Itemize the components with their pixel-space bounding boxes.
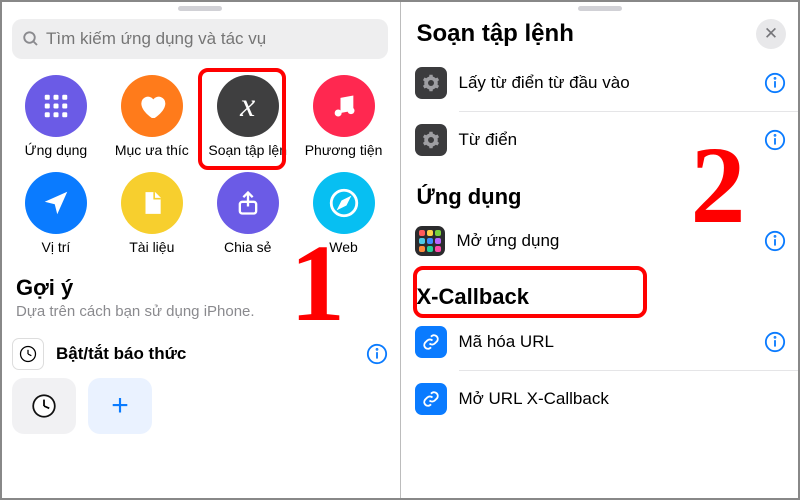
nav-icon	[25, 172, 87, 234]
link-icon	[415, 383, 447, 415]
category-label: Ứng dụng	[25, 142, 88, 158]
group-apps-heading: Ứng dụng	[401, 168, 800, 214]
category-apps[interactable]: Ứng dụng	[8, 75, 104, 158]
info-icon[interactable]	[764, 129, 786, 151]
suggestions-heading: Gợi ý	[0, 265, 400, 303]
left-panel: Ứng dụng Mục ưa thíc x Soạn tập lện Phương t…	[0, 0, 400, 500]
row-get-dictionary-input[interactable]: Lấy từ điển từ đầu vào	[401, 55, 800, 111]
info-icon[interactable]	[764, 72, 786, 94]
row-label: Từ điển	[459, 130, 753, 150]
category-label: Chia sẻ	[224, 239, 271, 255]
gear-icon	[415, 67, 447, 99]
search-bar[interactable]	[12, 19, 388, 59]
sheet-grabber-left[interactable]	[178, 6, 222, 11]
category-label: Vị trí	[42, 239, 71, 255]
music-icon	[313, 75, 375, 137]
category-label: Phương tiện	[305, 142, 383, 158]
category-label: Web	[329, 239, 358, 255]
right-panel: Soạn tập lệnh ✕ Lấy từ điển từ đầu vào	[401, 0, 800, 500]
link-icon	[415, 326, 447, 358]
row-open-xcallback-url[interactable]: Mở URL X-Callback	[401, 371, 800, 427]
share-icon	[217, 172, 279, 234]
page-title: Soạn tập lệnh	[417, 20, 757, 48]
top-action-list: Lấy từ điển từ đầu vào Từ điển	[401, 55, 800, 168]
suggestion-tiles: +	[0, 378, 400, 442]
sheet-grabber-right[interactable]	[578, 6, 622, 11]
info-icon[interactable]	[764, 331, 786, 353]
grid-icon	[25, 75, 87, 137]
gear-icon	[415, 124, 447, 156]
category-favorites[interactable]: Mục ưa thíc	[104, 75, 200, 158]
tile-add[interactable]: +	[88, 378, 152, 434]
category-scripting[interactable]: x Soạn tập lện	[200, 75, 296, 158]
category-web[interactable]: Web	[296, 172, 392, 255]
suggestions-sub: Dựa trên cách bạn sử dụng iPhone.	[0, 303, 400, 330]
suggestion-row-alarm[interactable]: Bật/tắt báo thức	[0, 330, 400, 378]
row-open-app[interactable]: Mở ứng dụng	[401, 214, 800, 268]
close-icon: ✕	[764, 24, 778, 44]
row-dictionary[interactable]: Từ điển	[401, 112, 800, 168]
row-label: Mở ứng dụng	[457, 231, 753, 251]
safari-icon	[313, 172, 375, 234]
row-label: Lấy từ điển từ đầu vào	[459, 73, 753, 93]
category-media[interactable]: Phương tiện	[296, 75, 392, 158]
info-icon[interactable]	[366, 343, 388, 365]
search-icon	[22, 30, 40, 48]
category-label: Tài liệu	[129, 239, 174, 255]
category-grid: Ứng dụng Mục ưa thíc x Soạn tập lện Phương t…	[0, 71, 400, 265]
category-documents[interactable]: Tài liệu	[104, 172, 200, 255]
shortcuts-app-icon	[415, 226, 445, 256]
heart-icon	[121, 75, 183, 137]
x-italic-icon: x	[217, 75, 279, 137]
category-location[interactable]: Vị trí	[8, 172, 104, 255]
close-button[interactable]: ✕	[756, 19, 786, 49]
category-label: Mục ưa thíc	[115, 142, 189, 158]
suggestion-label: Bật/tắt báo thức	[56, 344, 186, 364]
plus-icon: +	[111, 389, 129, 423]
clock-app-icon	[12, 338, 44, 370]
info-icon[interactable]	[764, 230, 786, 252]
category-sharing[interactable]: Chia sẻ	[200, 172, 296, 255]
row-label: Mã hóa URL	[459, 332, 753, 352]
tile-clock[interactable]	[12, 378, 76, 434]
row-url-encode[interactable]: Mã hóa URL	[401, 314, 800, 370]
search-input[interactable]	[46, 29, 378, 49]
doc-icon	[121, 172, 183, 234]
group-xcallback-heading: X-Callback	[401, 268, 800, 314]
row-label: Mở URL X-Callback	[459, 389, 787, 409]
category-label: Soạn tập lện	[208, 142, 287, 158]
